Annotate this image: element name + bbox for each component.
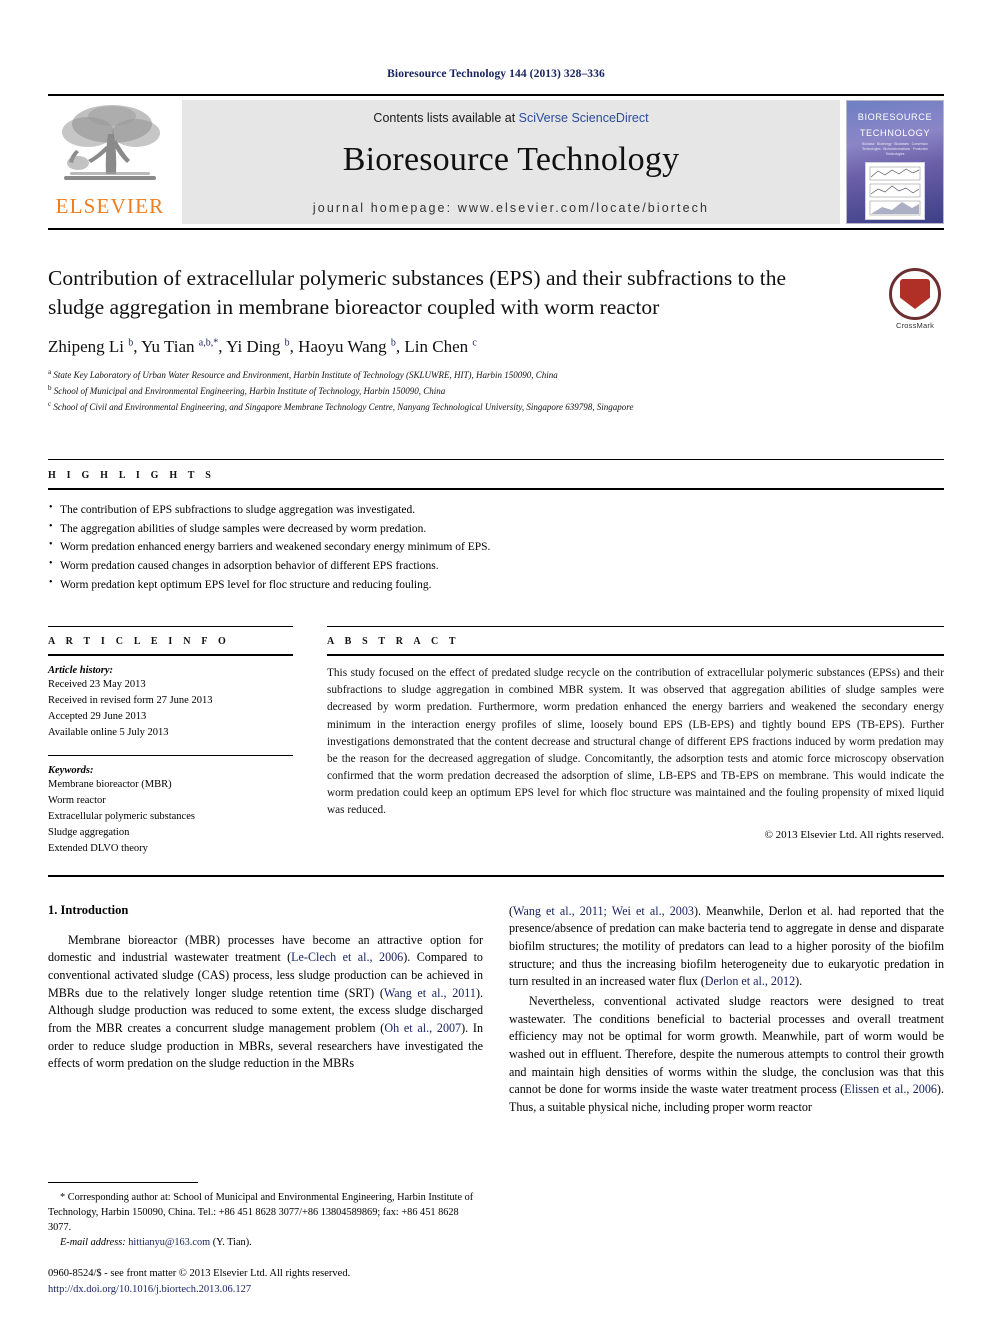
running-head: Bioresource Technology 144 (2013) 328–33… [387,68,605,80]
article-info-heading-rule [48,654,293,657]
abstract-column: A B S T R A C T This study focused on th… [327,626,944,857]
elsevier-wordmark: ELSEVIER [55,194,165,218]
page-title: Contribution of extracellular polymeric … [48,266,786,319]
article-info-column: A R T I C L E I N F O Article history: R… [48,626,293,857]
abstract-copyright: © 2013 Elsevier Ltd. All rights reserved… [764,828,944,841]
email-link[interactable]: hittianyu@163.com [128,1237,210,1248]
issn-block: 0960-8524/$ - see front matter © 2013 El… [48,1266,483,1298]
journal-title: Bioresource Technology [342,141,680,178]
article-info-top-rule [48,626,293,628]
body-column-left: 1. Introduction Membrane bioreactor (MBR… [48,903,483,1298]
contents-prefix: Contents lists available at [373,111,519,125]
article-page: Bioresource Technology 144 (2013) 328–33… [0,0,992,1323]
list-item: The contribution of EPS subfractions to … [48,500,944,520]
crossmark-icon [889,268,941,320]
body-columns: 1. Introduction Membrane bioreactor (MBR… [48,903,944,1298]
affiliation-b: b School of Municipal and Environmental … [48,384,446,397]
section-title-introduction: 1. Introduction [48,902,129,917]
journal-masthead: ELSEVIER Contents lists available at Sci… [48,94,944,228]
list-item: Worm predation kept optimum EPS level fo… [48,575,944,595]
journal-banner: Contents lists available at SciVerse Sci… [182,100,840,224]
abstract-heading-rule [327,654,944,657]
elsevier-logo: ELSEVIER [48,96,172,228]
author-list: Zhipeng Li b, Yu Tian a,b,*, Yi Ding b, … [48,337,477,357]
keyword-item: Membrane bioreactor (MBR) [48,778,172,790]
email-label: E-mail address: [60,1237,126,1249]
cover-title-line2: TECHNOLOGY [859,127,931,138]
list-item: The aggregation abilities of sludge samp… [48,519,944,539]
highlights-heading: H I G H L I G H T S [48,470,215,481]
keywords-label: Keywords: [48,764,94,776]
paragraph: (Wang et al., 2011; Wei et al., 2003). M… [509,903,944,989]
footnote-area: * Corresponding author at: School of Mun… [48,1182,483,1298]
list-item: Worm predation enhanced energy barriers … [48,537,944,557]
title-block: Contribution of extracellular polymeric … [48,264,944,415]
affiliation-list: a State Key Laboratory of Urban Water Re… [48,367,826,415]
paragraph: Membrane bioreactor (MBR) processes have… [48,932,484,1071]
article-info-heading: A R T I C L E I N F O [48,636,230,648]
sciencedirect-link[interactable]: SciVerse ScienceDirect [519,111,649,125]
abstract-heading: A B S T R A C T [327,636,460,648]
abstract-top-rule [327,626,944,628]
cover-subtitle: Biomass · Bioenergy · Biowastes · Conver… [861,142,929,156]
email-note: E-mail address: hittianyu@163.com (Y. Ti… [48,1235,483,1250]
doi-link[interactable]: http://dx.doi.org/10.1016/j.biortech.201… [48,1282,483,1298]
cover-figure-box [865,161,925,220]
body-column-right: (Wang et al., 2011; Wei et al., 2003). M… [509,903,944,1298]
info-abstract-block: A R T I C L E I N F O Article history: R… [48,626,944,857]
history-received: Received 23 May 2013 [48,679,146,691]
corresponding-author-note: * Corresponding author at: School of Mun… [48,1192,474,1234]
highlights-list: The contribution of EPS subfractions to … [48,500,944,595]
keyword-item: Extended DLVO theory [48,842,148,854]
journal-homepage[interactable]: journal homepage: www.elsevier.com/locat… [313,201,709,215]
history-online: Available online 5 July 2013 [48,726,169,738]
email-suffix: (Y. Tian). [212,1237,252,1249]
elsevier-tree-icon [54,100,166,194]
highlights-section: H I G H L I G H T S The contribution of … [48,459,944,594]
article-history-label: Article history: [48,665,114,677]
keyword-item: Sludge aggregation [48,826,130,838]
keyword-item: Worm reactor [48,794,106,806]
keywords-divider [48,754,293,756]
journal-cover-thumbnail: BIORESOURCE TECHNOLOGY Biomass · Bioener… [846,100,944,224]
keyword-item: Extracellular polymeric substances [48,810,195,822]
paragraph: Nevertheless, conventional activated slu… [509,993,944,1114]
crossmark-badge[interactable]: CrossMark [886,268,944,330]
affiliation-a: a State Key Laboratory of Urban Water Re… [48,368,558,381]
issn-line: 0960-8524/$ - see front matter © 2013 El… [48,1268,351,1280]
body-top-rule [48,874,944,877]
contents-available-line: Contents lists available at SciVerse Sci… [373,111,648,125]
affiliation-c: c School of Civil and Environmental Engi… [48,400,634,413]
history-accepted: Accepted 29 June 2013 [48,711,147,723]
cover-title-line1: BIORESOURCE [857,112,933,122]
highlights-top-rule [48,459,944,460]
masthead-bottom-rule [48,228,944,230]
crossmark-label: CrossMark [895,321,935,330]
abstract-text: This study focused on the effect of pred… [327,667,944,817]
footnote-divider [48,1182,198,1184]
list-item: Worm predation caused changes in adsorpt… [48,556,944,576]
highlights-heading-rule [48,488,944,490]
history-revised: Received in revised form 27 June 2013 [48,695,213,707]
